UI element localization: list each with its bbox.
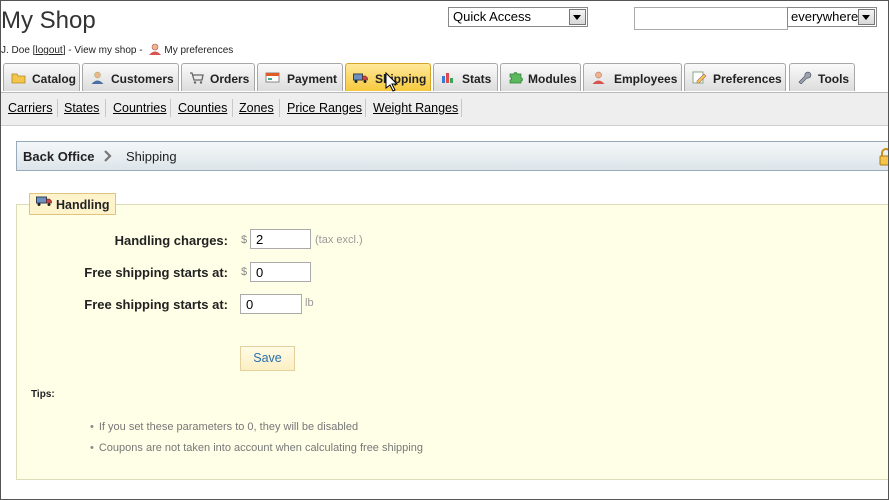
subnav-countries[interactable]: Countries: [113, 101, 167, 115]
shop-title: My Shop: [1, 7, 96, 34]
search-input[interactable]: [634, 7, 788, 30]
user-separator: ] -: [62, 45, 75, 56]
breadcrumb: Back Office Shipping: [16, 141, 889, 171]
truck-icon: [36, 196, 52, 206]
tab-label: Shipping: [375, 72, 427, 86]
tab-stats[interactable]: Stats: [433, 63, 498, 91]
currency-symbol: $: [241, 266, 248, 278]
employee-icon: [592, 71, 605, 84]
user-icon: [91, 71, 104, 84]
tab-orders[interactable]: Orders: [181, 63, 255, 91]
divider: [105, 99, 106, 117]
view-shop-link[interactable]: View my shop: [74, 45, 136, 56]
search-scope-select[interactable]: everywhere: [787, 7, 877, 27]
save-button[interactable]: Save: [240, 346, 295, 371]
divider: [461, 99, 462, 117]
payment-icon: [265, 72, 280, 83]
mouse-cursor-icon: [385, 72, 399, 92]
folder-icon: [11, 73, 26, 84]
tab-customers[interactable]: Customers: [82, 63, 179, 91]
handling-legend-label: Handling: [56, 198, 110, 212]
weight-unit: lb: [305, 297, 314, 309]
free-shipping-price-label: Free shipping starts at:: [84, 265, 228, 280]
my-preferences-link[interactable]: My preferences: [164, 45, 233, 56]
tip-item: Coupons are not taken into account when …: [90, 442, 423, 454]
tips-heading: Tips:: [31, 389, 55, 400]
tab-label: Employees: [614, 72, 678, 86]
subnav-weight-ranges[interactable]: Weight Ranges: [373, 101, 458, 115]
search-scope-value: everywhere: [791, 9, 859, 24]
logout-link[interactable]: logout: [35, 45, 62, 56]
divider: [57, 99, 58, 117]
truck-icon: [353, 73, 368, 83]
tab-label: Modules: [528, 72, 577, 86]
subnav-carriers[interactable]: Carriers: [8, 101, 52, 115]
wrench-icon: [798, 71, 812, 84]
chevron-down-icon[interactable]: [858, 9, 875, 25]
tab-label: Payment: [287, 72, 338, 86]
app-window: My Shop J. Doe [logout] - View my shop -…: [0, 0, 889, 500]
main-tabs: Catalog Customers Orders Payment Shippin…: [1, 61, 888, 93]
free-shipping-weight-input[interactable]: [240, 294, 302, 314]
divider: [279, 99, 280, 117]
user-icon: [149, 43, 162, 55]
tab-label: Stats: [462, 72, 492, 86]
tab-label: Preferences: [713, 72, 782, 86]
puzzle-icon: [509, 72, 523, 84]
tab-modules[interactable]: Modules: [500, 63, 581, 91]
tab-tools[interactable]: Tools: [789, 63, 855, 91]
sub-navigation: Carriers States Countries Counties Zones…: [1, 93, 888, 126]
divider: [170, 99, 171, 117]
tax-excl-note: (tax excl.): [315, 234, 363, 246]
bar-chart-icon: [442, 73, 453, 83]
tab-catalog[interactable]: Catalog: [3, 63, 80, 91]
free-shipping-price-input[interactable]: [250, 262, 311, 282]
chevron-down-icon[interactable]: [569, 9, 586, 25]
tab-label: Catalog: [32, 72, 77, 86]
handling-charges-label: Handling charges:: [114, 233, 228, 248]
cart-icon: [190, 72, 204, 84]
subnav-states[interactable]: States: [64, 101, 99, 115]
divider: [232, 99, 233, 117]
lock-icon[interactable]: [878, 148, 889, 166]
handling-charges-input[interactable]: [250, 229, 311, 249]
subnav-price-ranges[interactable]: Price Ranges: [287, 101, 362, 115]
chevron-right-icon: [104, 150, 112, 162]
tip-item: If you set these parameters to 0, they w…: [90, 421, 358, 433]
divider: [365, 99, 366, 117]
tab-preferences[interactable]: Preferences: [684, 63, 786, 91]
tab-label: Orders: [210, 72, 250, 86]
tab-employees[interactable]: Employees: [583, 63, 682, 91]
user-dash: -: [136, 45, 146, 56]
subnav-counties[interactable]: Counties: [178, 101, 227, 115]
tab-payment[interactable]: Payment: [257, 63, 343, 91]
subnav-zones[interactable]: Zones: [239, 101, 274, 115]
tab-label: Customers: [111, 72, 174, 86]
pencil-note-icon: [692, 71, 707, 84]
user-name: J. Doe [: [1, 45, 36, 56]
breadcrumb-current: Shipping: [126, 149, 177, 164]
currency-symbol: $: [241, 234, 248, 246]
handling-legend: Handling: [29, 193, 117, 215]
quick-access-label: Quick Access: [453, 9, 532, 24]
quick-access-select[interactable]: Quick Access: [448, 7, 588, 27]
user-line: J. Doe [logout] - View my shop - My pref…: [1, 43, 233, 56]
free-shipping-weight-label: Free shipping starts at:: [84, 297, 228, 312]
breadcrumb-root[interactable]: Back Office: [23, 149, 95, 164]
tab-label: Tools: [818, 72, 850, 86]
